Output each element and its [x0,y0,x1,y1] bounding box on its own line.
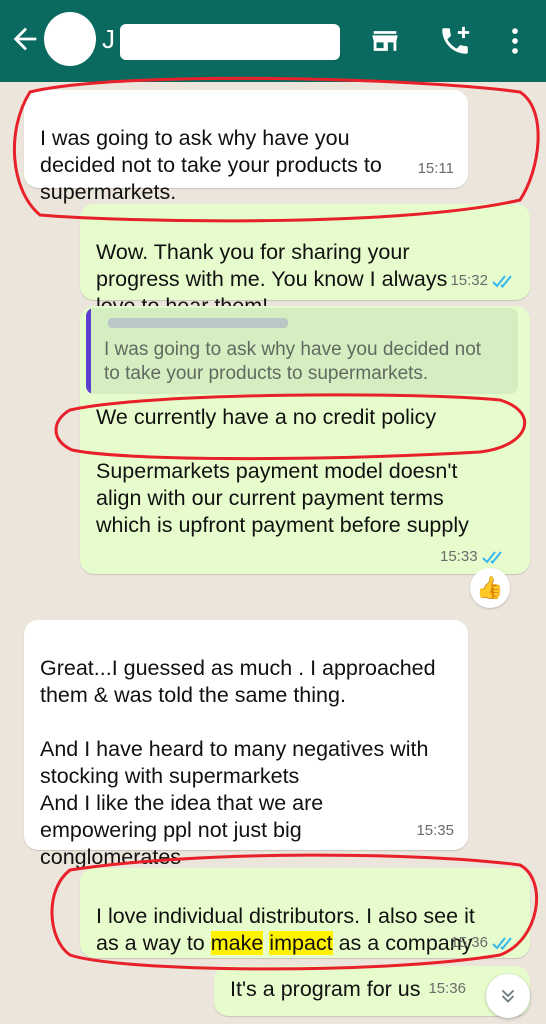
read-receipt-icon [492,936,512,950]
message-list[interactable]: I was going to ask why have you decided … [0,82,546,1024]
message-time: 15:33 [440,548,478,565]
message-time: 15:11 [417,160,454,177]
text-segment: as a way to [96,931,211,955]
message-time: 15:36 [450,934,488,951]
message-time: 15:36 [428,980,466,997]
contact-avatar[interactable] [44,12,96,66]
quoted-text: I was going to ask why have you decided … [104,339,482,384]
quote-accent-bar [86,308,91,394]
incoming-message[interactable]: I was going to ask why have you decided … [24,90,468,204]
message-text: I was going to ask why have you decided … [40,126,382,204]
incoming-message[interactable]: Great...I guessed as much . I approached… [24,620,468,869]
double-chevron-down-icon [501,989,515,1003]
read-receipt-icon [481,550,502,564]
quoted-sender-name [108,318,288,328]
outgoing-message[interactable]: I love individual distributors. I also s… [80,868,530,958]
scroll-to-bottom-button[interactable] [486,974,530,1018]
add-call-icon[interactable] [438,24,472,58]
outgoing-message[interactable]: Wow. Thank you for sharing your progress… [80,204,530,318]
message-meta: 15:36 [450,929,516,956]
message-time: 15:32 [450,272,488,289]
message-text: We currently have a no credit policy Sup… [96,405,469,537]
message-text: It's a program for us [230,977,421,1001]
reaction-emoji: 👍 [476,575,504,600]
read-receipt-icon [492,274,512,288]
message-time: 15:35 [416,822,454,839]
highlighted-word: make [210,931,264,955]
quoted-message[interactable]: I was going to ask why have you decided … [86,308,518,394]
message-text: Great...I guessed as much . I approached… [40,656,436,869]
more-vert-icon[interactable] [498,24,532,58]
outgoing-message[interactable]: It's a program for us 15:36 [214,966,530,1016]
redacted-contact-name [120,24,340,60]
highlighted-word: impact [269,931,333,955]
contact-name[interactable]: J [102,24,115,55]
message-meta: 15:33 [440,548,506,565]
shop-icon[interactable] [368,24,402,58]
chat-header: J [0,0,546,82]
thumbs-up-reaction[interactable]: 👍 [470,568,510,608]
message-meta: 15:32 [450,267,516,294]
message-line: I love individual distributors. I also s… [96,904,475,928]
back-arrow-icon[interactable] [8,22,42,56]
